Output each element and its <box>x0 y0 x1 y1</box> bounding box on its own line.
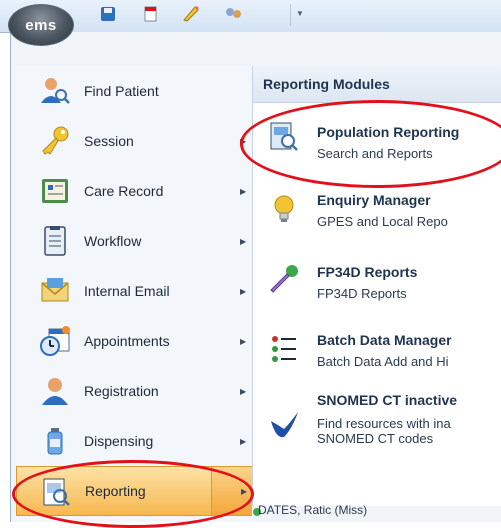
menu-item-label: Registration <box>84 383 159 399</box>
edit-icon[interactable] <box>180 6 202 22</box>
module-subtitle: Find resources with ina <box>317 416 451 431</box>
menu-item-care-record[interactable]: Care Record ▶ <box>16 166 252 216</box>
current-patient-text: DATES, Ratic (Miss) <box>258 503 368 517</box>
panel-title: Reporting Modules <box>263 76 390 92</box>
users-icon[interactable] <box>222 6 244 22</box>
menu-item-dispensing[interactable]: Dispensing ▶ <box>16 416 252 466</box>
panel-header: Reporting Modules <box>253 66 501 103</box>
menu-item-label: Session <box>84 133 134 149</box>
submenu-arrow-icon: ▶ <box>240 436 247 446</box>
submenu-arrow-icon: ▶ <box>240 336 247 346</box>
menu-item-label: Internal Email <box>84 283 170 299</box>
email-icon <box>38 274 72 308</box>
orb-label: ems <box>25 16 57 34</box>
menu-item-label: Appointments <box>84 333 170 349</box>
module-title: Batch Data Manager <box>317 332 452 348</box>
module-enquiry-manager[interactable]: Enquiry Manager GPES and Local Repo <box>253 178 501 242</box>
customize-dropdown-icon[interactable]: ▼ <box>296 9 304 18</box>
registration-icon <box>38 374 72 408</box>
module-fp34d-reports[interactable]: FP34D Reports FP34D Reports <box>253 250 501 314</box>
menu-item-internal-email[interactable]: Internal Email ▶ <box>16 266 252 316</box>
population-reporting-icon <box>267 120 301 154</box>
module-title: FP34D Reports <box>317 264 418 280</box>
module-population-reporting[interactable]: Population Reporting Search and Reports <box>253 106 501 170</box>
find-patient-icon <box>38 74 72 108</box>
application-orb-button[interactable]: ems <box>8 4 74 46</box>
submenu-arrow-icon: ▶ <box>240 386 247 396</box>
module-title: Population Reporting <box>317 124 460 140</box>
module-subtitle-line2: SNOMED CT codes <box>317 431 434 446</box>
reporting-modules-panel: Reporting Modules Population Reporting S… <box>252 66 501 506</box>
module-subtitle: Search and Reports <box>317 146 433 161</box>
lightbulb-icon <box>267 192 301 226</box>
menu-item-workflow[interactable]: Workflow ▶ <box>16 216 252 266</box>
menu-item-session[interactable]: Session ▶ <box>16 116 252 166</box>
left-menu: Find Patient Session ▶ Care Record ▶ Wor… <box>16 66 252 522</box>
module-subtitle: Batch Data Add and Hi <box>317 354 449 369</box>
module-snomed-ct-inactive[interactable]: SNOMED CT inactive Find resources with i… <box>253 386 501 462</box>
dropper-icon <box>267 262 301 296</box>
menu-item-label: Reporting <box>85 483 146 499</box>
submenu-arrow-icon: ▶ <box>240 236 247 246</box>
batch-data-icon <box>267 332 301 366</box>
key-icon <box>38 124 72 158</box>
toolbar-separator <box>290 4 291 26</box>
snomed-icon <box>267 408 301 442</box>
menu-item-find-patient[interactable]: Find Patient <box>16 66 252 116</box>
module-title: Enquiry Manager <box>317 192 431 208</box>
workflow-icon <box>38 224 72 258</box>
module-batch-data-manager[interactable]: Batch Data Manager Batch Data Add and Hi <box>253 322 501 386</box>
care-record-icon <box>38 174 72 208</box>
calendar-clock-icon <box>38 324 72 358</box>
menu-item-label: Workflow <box>84 233 142 249</box>
menu-item-appointments[interactable]: Appointments ▶ <box>16 316 252 366</box>
bottle-icon <box>38 424 72 458</box>
module-subtitle: GPES and Local Repo <box>317 214 448 229</box>
menu-item-label: Care Record <box>84 183 164 199</box>
module-title: SNOMED CT inactive <box>317 392 458 408</box>
submenu-arrow-icon: ▶ <box>240 186 247 196</box>
submenu-arrow-icon: ▶ <box>240 136 247 146</box>
menu-item-label: Dispensing <box>84 433 154 449</box>
reporting-icon <box>39 475 73 509</box>
save-icon[interactable] <box>98 6 120 22</box>
menu-item-registration[interactable]: Registration ▶ <box>16 366 252 416</box>
quick-access-toolbar: ▼ <box>0 0 501 33</box>
module-subtitle: FP34D Reports <box>317 286 407 301</box>
new-document-icon[interactable] <box>140 6 162 22</box>
menu-item-label: Find Patient <box>84 83 159 99</box>
submenu-arrow-icon: ▶ <box>240 286 247 296</box>
menu-item-reporting[interactable]: Reporting ▶ <box>16 466 252 516</box>
submenu-arrow-icon: ▶ <box>241 486 248 496</box>
